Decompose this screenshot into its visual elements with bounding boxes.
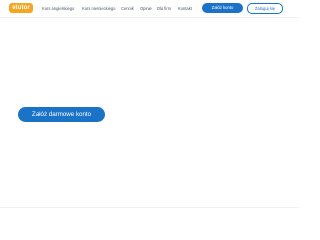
nav-link-kontakt[interactable]: Kontakt (178, 5, 192, 12)
divider (0, 207, 300, 208)
signup-button[interactable]: Załóż konto (202, 3, 243, 13)
top-navigation-bar: etutor Kurs angielskiego Kurs niemieckie… (0, 0, 300, 18)
nav-link-dla-firm[interactable]: Dla firm (157, 5, 171, 12)
nav-link-kurs-angielskiego[interactable]: Kurs angielskiego (42, 5, 74, 12)
etutor-logo[interactable]: etutor (9, 3, 33, 13)
page: etutor Kurs angielskiego Kurs niemieckie… (0, 0, 300, 218)
login-button[interactable]: Zaloguj się (247, 3, 283, 14)
nav-link-kurs-niemieckiego[interactable]: Kurs niemieckiego (82, 5, 115, 12)
nav-link-cennik[interactable]: Cennik (121, 5, 134, 12)
nav-link-opinie[interactable]: Opinie (140, 5, 152, 12)
create-free-account-button[interactable]: Załóż darmowe konto (18, 107, 105, 122)
